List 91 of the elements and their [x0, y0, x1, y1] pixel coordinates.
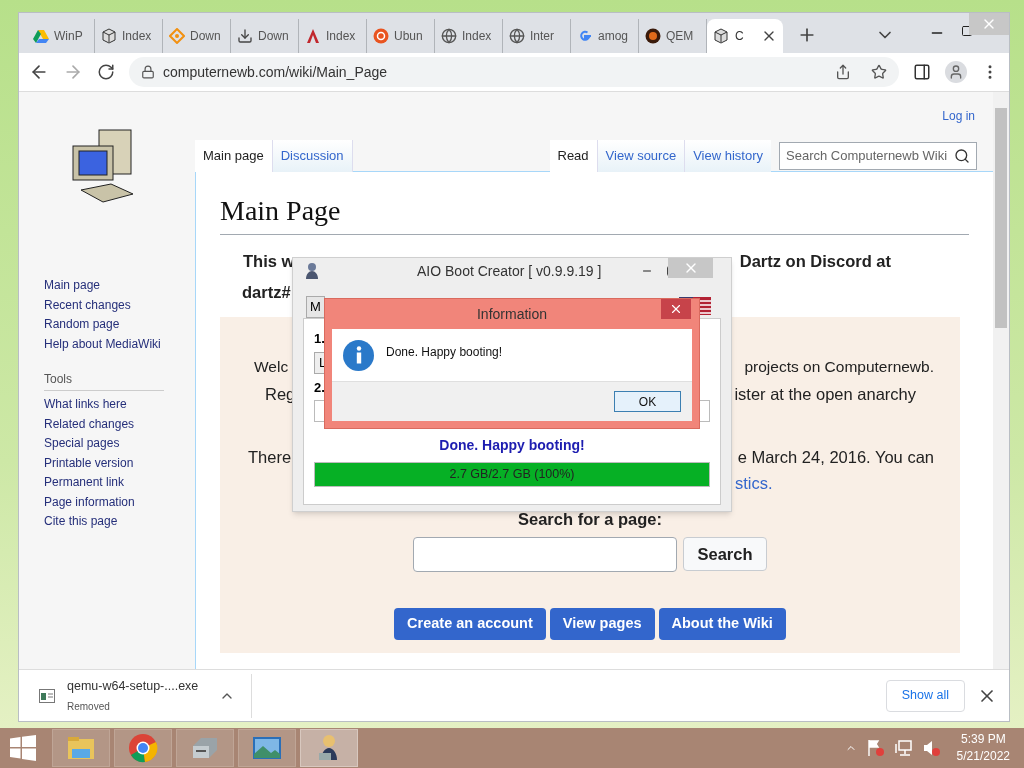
tab-title: Index	[122, 28, 152, 45]
bookmark-icon[interactable]	[871, 64, 887, 80]
sidebar-link[interactable]: Main page	[44, 276, 195, 296]
tab-title: Ubun	[394, 28, 423, 45]
diamond-icon	[169, 28, 185, 44]
notice-text: dartz#	[242, 282, 291, 301]
search-field[interactable]: Search Computernewb Wiki	[779, 141, 977, 170]
globe-icon	[509, 28, 525, 44]
info-icon	[343, 339, 374, 371]
search-button[interactable]: Search	[683, 537, 767, 572]
page-tab[interactable]: View source	[596, 140, 685, 172]
action-button[interactable]: Create an account	[394, 608, 546, 641]
welcome-text: Welc	[254, 356, 289, 377]
welcome-text: projects on Computernewb.	[744, 356, 934, 377]
globe-icon	[441, 28, 457, 44]
app-tab[interactable]: M	[306, 296, 325, 318]
flag-alert-icon[interactable]	[866, 739, 885, 757]
sidebar-link[interactable]: Help about MediaWiki	[44, 334, 195, 354]
file-icon	[39, 688, 55, 703]
window-title: AIO Boot Creator [ v0.9.9.19 ]	[417, 261, 602, 281]
welcome-text: ister at the open anarchy	[734, 383, 916, 405]
figure-icon	[303, 262, 321, 280]
tab-title: C	[735, 28, 744, 45]
side-panel-icon[interactable]	[913, 63, 931, 81]
search-icon[interactable]	[954, 147, 970, 164]
tab-title: QEM	[666, 28, 694, 45]
reload-icon[interactable]	[97, 63, 115, 81]
qemu-icon	[645, 28, 661, 44]
search-label: Search for a page:	[518, 508, 662, 530]
google-icon	[577, 28, 593, 44]
statistics-link[interactable]: stics.	[735, 473, 773, 492]
cube-icon	[713, 28, 729, 44]
download-status: Removed	[67, 699, 111, 714]
speaker-muted-icon[interactable]	[922, 739, 941, 757]
notice-text: Dartz on Discord at	[739, 251, 891, 272]
stats-text: There	[248, 446, 292, 468]
sidebar-link[interactable]: Special pages	[44, 434, 195, 454]
sidebar-link[interactable]: Cite this page	[44, 512, 195, 532]
tab-title: WinP	[54, 28, 83, 45]
sidebar-link[interactable]: Random page	[44, 315, 195, 335]
tab-title: amog	[598, 28, 629, 45]
tab-title: Index	[462, 28, 492, 45]
progress-label: 2.7 GB/2.7 GB (100%)	[448, 466, 576, 484]
page-tab[interactable]: View history	[684, 140, 771, 172]
url-text: computernewb.com/wiki/Main_Page	[163, 62, 388, 82]
arch-icon	[305, 28, 321, 44]
action-button[interactable]: View pages	[549, 608, 655, 641]
sidebar-link[interactable]: Printable version	[44, 453, 195, 473]
download-icon	[237, 28, 253, 44]
triangle-icon	[33, 28, 49, 44]
browser-tab[interactable]: C	[707, 19, 783, 53]
page-search-field[interactable]	[413, 537, 678, 573]
login-link[interactable]: Log in	[942, 107, 975, 125]
download-filename: qemu-w64-setup-....exe	[67, 678, 200, 696]
sidebar-link[interactable]: What links here	[44, 395, 195, 415]
clock-date: 5/21/2022	[956, 748, 1010, 765]
page-tab[interactable]: Main page	[195, 140, 272, 172]
page-tab[interactable]: Discussion	[271, 140, 353, 172]
dialog-message: Done. Happy booting!	[386, 344, 503, 361]
stats-text: e March 24, 2016. You can	[737, 446, 934, 468]
share-icon[interactable]	[835, 64, 851, 80]
chrome-icon	[127, 732, 159, 764]
page-title: Main Page	[220, 190, 969, 235]
clock-time: 5:39 PM	[960, 731, 1006, 748]
network-icon[interactable]	[894, 739, 913, 757]
address-bar[interactable]: computernewb.com/wiki/Main_Page	[129, 57, 899, 87]
lock-icon	[141, 65, 155, 79]
cube-icon	[101, 28, 117, 44]
status-text: Done. Happy booting!	[438, 436, 586, 455]
tab-title: Inter	[530, 28, 554, 45]
close-button[interactable]	[661, 299, 691, 319]
step-label: 1.	[314, 330, 326, 348]
tab-title: Index	[326, 28, 356, 45]
show-all-button[interactable]: Show all	[885, 679, 965, 712]
sidebar-link[interactable]: Page information	[44, 492, 195, 512]
tab-title: Down	[190, 28, 221, 45]
dialog-title: Information	[476, 304, 547, 324]
close-icon	[669, 302, 683, 316]
page-tab[interactable]: Read	[549, 140, 597, 172]
step-label: 2.	[314, 378, 326, 397]
action-button[interactable]: About the Wiki	[658, 608, 786, 641]
ok-button[interactable]: OK	[614, 391, 681, 412]
sidebar-link[interactable]: Related changes	[44, 414, 195, 434]
profile-icon[interactable]	[945, 61, 967, 83]
tools-heading: Tools	[44, 370, 164, 391]
tab-title: Down	[258, 28, 289, 45]
sidebar-link[interactable]: Permanent link	[44, 473, 195, 493]
ubuntu-icon	[373, 28, 389, 44]
start-icon[interactable]	[10, 735, 36, 761]
sidebar-link[interactable]: Recent changes	[44, 295, 195, 315]
taskbar-button[interactable]	[300, 729, 358, 767]
